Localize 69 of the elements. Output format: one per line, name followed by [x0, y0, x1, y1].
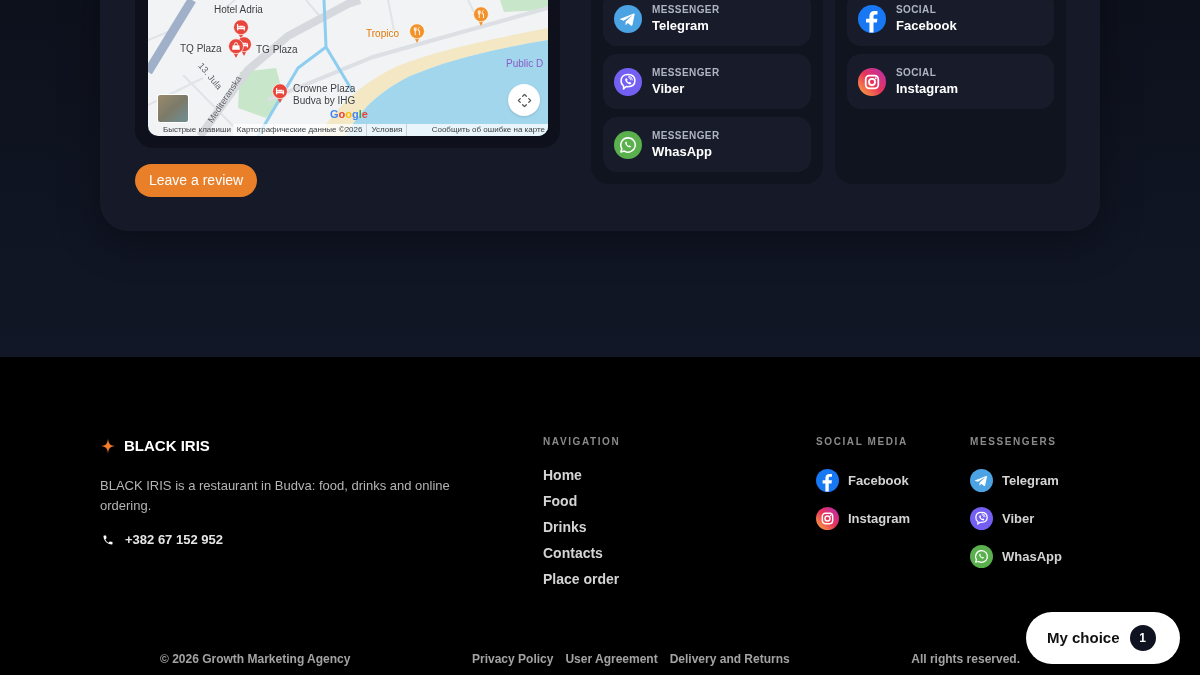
facebook-logo-icon — [816, 469, 839, 492]
place-label: Tropico — [366, 28, 399, 40]
contact-name: WhasApp — [652, 143, 713, 160]
category-label: MESSENGER — [652, 66, 720, 79]
phone-icon — [102, 534, 114, 546]
social-link[interactable]: Facebook — [816, 469, 909, 492]
telegram-logo-icon — [970, 469, 993, 492]
contact-name: Viber — [652, 80, 686, 97]
brand-description: BLACK IRIS is a restaurant in Budva: food, drinks and online ordering. — [100, 477, 451, 515]
copyright-text: © 2026 Growth Marketing Agency — [160, 651, 351, 667]
contact-card[interactable]: SOCIAL Instagram — [847, 54, 1054, 109]
restaurant-pin-icon[interactable] — [408, 23, 426, 44]
contact-card[interactable]: MESSENGER WhasApp — [603, 117, 811, 172]
hotel-pin-icon[interactable] — [271, 83, 289, 104]
contact-card[interactable]: SOCIAL Facebook — [847, 0, 1054, 46]
nav-link[interactable]: Home — [543, 466, 582, 484]
map-attribution-link[interactable]: Картографические данные ©2026 — [232, 124, 368, 136]
category-label: SOCIAL — [896, 66, 938, 79]
contact-name: Facebook — [896, 17, 957, 34]
map-attribution-link[interactable]: Сообщить об ошибке на карте — [407, 124, 548, 136]
water-label: Public D — [506, 58, 544, 70]
count-badge: 1 — [1129, 625, 1156, 651]
sparkle-logo-icon — [100, 438, 116, 454]
nav-link[interactable]: Drinks — [543, 518, 587, 536]
place-label: TQ Plaza — [180, 43, 222, 55]
contact-name: Instagram — [896, 80, 959, 97]
social-link[interactable]: Instagram — [816, 507, 911, 530]
instagram-logo-icon — [816, 507, 839, 530]
shopping-pin-icon[interactable] — [227, 38, 245, 59]
place-label: Hotel Adria — [214, 4, 263, 16]
nav-link[interactable]: Food — [543, 492, 578, 510]
four-arrows-icon — [516, 92, 532, 108]
satellite-thumbnail[interactable] — [157, 94, 189, 123]
legal-link[interactable]: Privacy Policy — [472, 651, 554, 667]
section-heading: NAVIGATION — [543, 436, 621, 448]
contact-name: Telegram — [652, 17, 710, 34]
whatsapp-logo-icon — [970, 545, 993, 568]
messenger-link[interactable]: WhasApp — [970, 545, 1062, 568]
brand-name: BLACK IRIS — [124, 436, 210, 456]
my-choice-button[interactable]: My choice 1 — [1026, 612, 1180, 664]
contact-card[interactable]: MESSENGER Viber — [603, 54, 811, 109]
section-heading: SOCIAL MEDIA — [816, 436, 908, 448]
section-heading: MESSENGERS — [970, 436, 1057, 448]
legal-link[interactable]: Delivery and Returns — [669, 651, 790, 667]
restaurant-pin-icon[interactable] — [472, 6, 490, 27]
nav-link[interactable]: Place order — [543, 570, 620, 588]
hotel-pin-icon[interactable] — [232, 19, 250, 40]
category-label: MESSENGER — [652, 3, 720, 16]
category-label: MESSENGER — [652, 129, 720, 142]
park-area — [500, 0, 548, 12]
category-label: SOCIAL — [896, 3, 938, 16]
map-attribution-link[interactable]: Быстрые клавиши — [163, 124, 231, 136]
whatsapp-logo-icon — [614, 130, 642, 159]
place-label: Crowne Plaza Budva by IHG — [293, 83, 357, 107]
messenger-link[interactable]: Viber — [970, 507, 1035, 530]
legal-link[interactable]: User Agreement — [565, 651, 658, 667]
viber-logo-icon — [614, 67, 642, 96]
phone-link[interactable]: +382 67 152 952 — [125, 532, 223, 548]
contact-card[interactable]: MESSENGER Telegram — [603, 0, 811, 46]
map-attribution-link[interactable]: Условия — [367, 124, 408, 136]
messenger-link[interactable]: Telegram — [970, 469, 1059, 492]
facebook-logo-icon — [858, 4, 886, 33]
map-logo: Google — [330, 107, 368, 121]
instagram-logo-icon — [858, 67, 886, 96]
viber-logo-icon — [970, 507, 993, 530]
telegram-logo-icon — [614, 4, 642, 33]
nav-link[interactable]: Contacts — [543, 544, 603, 562]
place-label: TG Plaza — [256, 44, 298, 56]
rights-text: All rights reserved. — [911, 651, 1020, 667]
